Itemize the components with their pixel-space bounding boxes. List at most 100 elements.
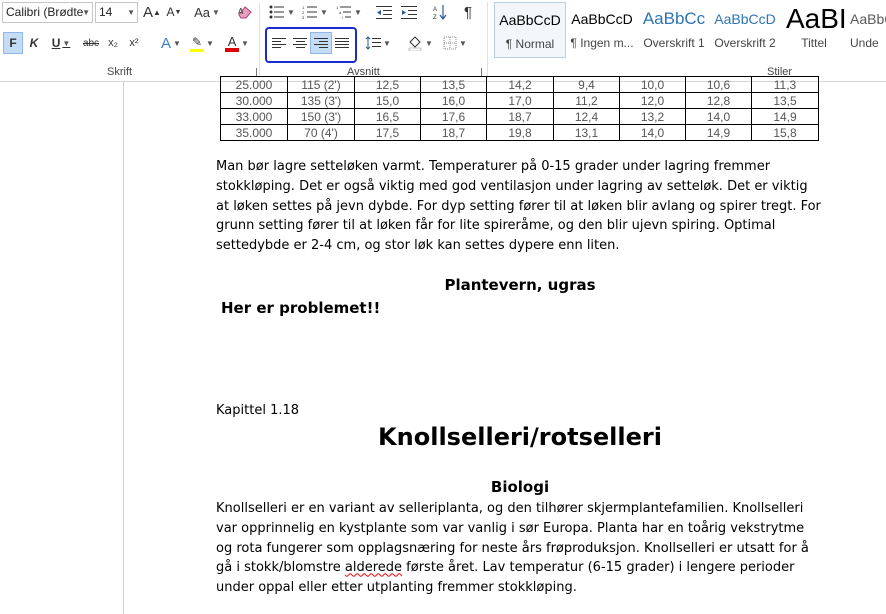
table-cell: 17,6 <box>420 108 487 125</box>
table-cell: 17,0 <box>486 92 554 109</box>
subscript-button[interactable]: x₂ <box>104 32 122 54</box>
text-effects-button[interactable]: A ▼ <box>158 32 184 54</box>
grow-font-button[interactable]: A ▲ <box>142 1 162 23</box>
borders-button[interactable]: ▼ <box>440 32 470 54</box>
table-cell: 25.000 <box>220 76 288 93</box>
style-title[interactable]: AaBI Tittel <box>780 2 848 58</box>
clear-formatting-button[interactable]: A <box>235 1 255 23</box>
page-left-margin <box>123 82 124 614</box>
font-name-combo[interactable]: Calibri (Brødte ▼ <box>2 2 93 23</box>
chevron-down-icon: ▼ <box>354 7 362 17</box>
table-cell: 12,5 <box>354 76 421 93</box>
annotation-highlight-box <box>265 27 357 63</box>
table-cell: 33.000 <box>220 108 288 125</box>
multilevel-list-button[interactable]: 1ai ▼ <box>334 1 364 23</box>
table-cell: 15,0 <box>354 92 421 109</box>
table-cell: 10,6 <box>685 76 752 93</box>
table-cell: 13,5 <box>420 76 487 93</box>
chevron-down-icon: ▼ <box>459 38 467 48</box>
numbering-button[interactable]: 123 ▼ <box>300 1 330 23</box>
shading-button[interactable]: ▼ <box>405 32 435 54</box>
table-cell: 16,5 <box>354 108 421 125</box>
eraser-icon: A <box>238 6 252 19</box>
italic-button[interactable]: K <box>25 32 43 54</box>
chevron-down-icon: ▼ <box>62 38 71 48</box>
table-cell: 13,5 <box>751 92 819 109</box>
table-cell: 17,5 <box>354 124 421 141</box>
font-size-value: 14 <box>99 5 113 19</box>
chevron-down-icon: ▼ <box>320 7 328 17</box>
bold-button[interactable]: F <box>3 32 23 54</box>
data-table: 25.000 115 (2') 12,5 13,5 14,2 9,4 10,0 10,6 11,… <box>220 76 819 141</box>
chevron-down-icon: ▼ <box>241 38 249 48</box>
bullets-button[interactable]: ▼ <box>267 1 297 23</box>
svg-text:3: 3 <box>302 15 305 19</box>
paint-bucket-icon <box>408 36 422 51</box>
table-cell: 15,8 <box>751 124 819 141</box>
superscript-button[interactable]: x² <box>125 32 143 54</box>
table-cell: 30.000 <box>220 92 288 109</box>
group-label-font: Skrift <box>107 66 133 78</box>
style-heading-1[interactable]: AaBbCc Overskrift 1 <box>638 2 710 58</box>
change-case-button[interactable]: Aa ▼ <box>193 1 221 23</box>
sort-button[interactable]: AZ <box>430 1 450 23</box>
chevron-down-icon: ▼ <box>425 38 433 48</box>
table-cell: 115 (2') <box>287 76 355 93</box>
highlighter-icon: ✎ <box>192 34 203 49</box>
font-color-bar <box>225 47 240 52</box>
line-spacing-icon <box>365 36 382 50</box>
svg-text:i: i <box>342 15 343 19</box>
decrease-indent-icon <box>376 6 392 19</box>
table-cell: 13,1 <box>553 124 620 141</box>
table-cell: 35.000 <box>220 124 288 141</box>
svg-text:A: A <box>238 7 244 16</box>
strikethrough-button[interactable]: abc <box>80 32 102 54</box>
highlight-color-bar <box>190 48 205 52</box>
ribbon: Calibri (Brødte ▼ 14 ▼ A ▲ A ▼ Aa ▼ A F K U… <box>0 0 886 82</box>
font-size-combo[interactable]: 14 ▼ <box>95 2 138 23</box>
table-cell: 11,2 <box>553 92 620 109</box>
chapter-number: Kapittel 1.18 <box>216 403 300 418</box>
table-cell: 9,4 <box>553 76 620 93</box>
table-row: 25.000 115 (2') 12,5 13,5 14,2 9,4 10,0 10,6 11,… <box>220 76 819 93</box>
style-heading-2[interactable]: AaBbCcD Overskrift 2 <box>709 2 781 58</box>
table-cell: 19,8 <box>486 124 554 141</box>
line-spacing-button[interactable]: ▼ <box>364 32 392 54</box>
table-cell: 18,7 <box>486 108 554 125</box>
document-area[interactable]: 25.000 115 (2') 12,5 13,5 14,2 9,4 10,0 10,6 11,… <box>0 76 886 614</box>
increase-indent-button[interactable] <box>398 1 420 23</box>
sort-icon: AZ <box>433 5 447 20</box>
table-cell: 12,4 <box>553 108 620 125</box>
table-cell: 10,0 <box>619 76 686 93</box>
table-cell: 70 (4') <box>287 124 355 141</box>
decrease-indent-button[interactable] <box>373 1 395 23</box>
chevron-down-icon: ▼ <box>82 8 90 17</box>
chevron-down-icon: ▼ <box>127 8 135 17</box>
table-cell: 16,0 <box>420 92 487 109</box>
paragraph-biology: Knollselleri er en variant av selleripla… <box>216 501 809 596</box>
borders-icon <box>443 36 457 50</box>
table-cell: 14,9 <box>751 108 819 125</box>
table-cell: 13,2 <box>619 108 686 125</box>
font-color-button[interactable]: A ▼ <box>222 32 252 54</box>
spelling-error: alderede <box>344 560 403 576</box>
style-no-spacing[interactable]: AaBbCcD ¶ Ingen m... <box>566 2 638 58</box>
table-row: 35.000 70 (4') 17,5 18,7 19,8 13,1 14,0 14,9 15,… <box>220 124 819 141</box>
chevron-down-icon: ▼ <box>211 7 220 17</box>
heading-biologi: Biologi <box>490 478 550 496</box>
table-cell: 12,0 <box>619 92 686 109</box>
chevron-down-icon: ▼ <box>287 7 295 17</box>
show-formatting-marks-button[interactable]: ¶ <box>458 1 478 23</box>
style-normal[interactable]: AaBbCcD ¶ Normal <box>494 2 566 58</box>
table-cell: 14,0 <box>685 108 752 125</box>
highlight-button[interactable]: ✎ ▼ <box>188 32 216 54</box>
table-cell: 12,8 <box>685 92 752 109</box>
chevron-down-icon: ▼ <box>383 38 391 48</box>
numbering-icon: 123 <box>302 5 318 19</box>
style-subtitle[interactable]: AaBbCcD Unde <box>850 2 886 58</box>
underline-button[interactable]: U ▼ <box>47 32 75 54</box>
shrink-font-button[interactable]: A ▼ <box>164 1 184 23</box>
paragraph-storage: Man bør lagre setteløken varmt. Temperat… <box>216 159 821 254</box>
table-row: 30.000 135 (3') 15,0 16,0 17,0 11,2 12,0 12,8 13… <box>220 92 819 109</box>
table-cell: 14,2 <box>486 76 554 93</box>
